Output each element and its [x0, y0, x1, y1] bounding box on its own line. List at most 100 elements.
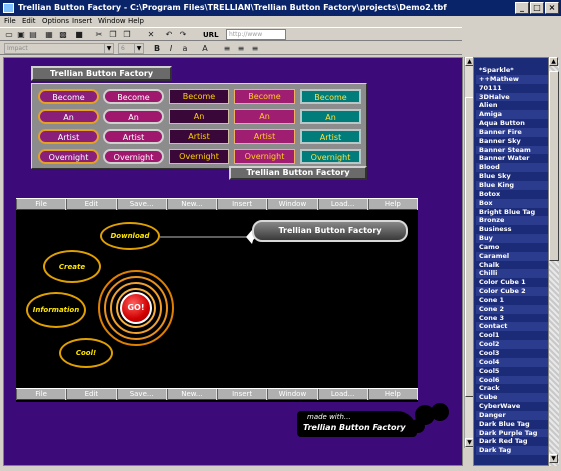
grid-button[interactable]: Become — [300, 89, 361, 104]
gallery-item[interactable]: Color Cube 1 — [476, 278, 548, 287]
gallery-item[interactable]: Cone 1 — [476, 296, 548, 305]
grid-button[interactable]: An — [169, 109, 229, 124]
gallery-item[interactable]: Color Cube 2 — [476, 287, 548, 296]
maximize-icon[interactable]: □ — [530, 2, 544, 14]
gallery-scrollbar[interactable]: ▲ ▼ — [548, 57, 559, 466]
gallery-item[interactable]: Cone 2 — [476, 304, 548, 314]
gallery-item[interactable]: Cool6 — [476, 375, 548, 385]
gallery-item[interactable]: Cube — [476, 393, 548, 403]
save-icon[interactable]: ▣ — [16, 30, 26, 40]
gallery-item[interactable]: Crack — [476, 384, 548, 393]
go-button[interactable]: GO! — [120, 292, 152, 324]
nav-button[interactable]: Insert — [217, 389, 268, 400]
title-bar[interactable]: Trellian Button Factory - C:\Program Fil… — [0, 0, 561, 16]
gallery-item[interactable]: 3DHalve — [476, 92, 548, 102]
nav-button[interactable]: Save... — [116, 389, 167, 400]
nav-button[interactable]: File — [16, 199, 67, 210]
cut-icon[interactable]: ✂ — [94, 30, 104, 40]
font-size-icon[interactable]: a — [180, 44, 190, 54]
grid-button[interactable]: Become — [103, 89, 164, 104]
menu-edit[interactable]: Edit — [22, 16, 36, 27]
nav-button[interactable]: Edit — [66, 199, 117, 210]
redo-icon[interactable]: ↷ — [178, 30, 188, 40]
nav-button[interactable]: Help — [367, 199, 418, 210]
grid-button[interactable]: Artist — [103, 129, 164, 144]
gallery-item[interactable]: Camo — [476, 243, 548, 252]
gallery-item[interactable]: Cone 3 — [476, 314, 548, 323]
grid-button[interactable]: Overnight — [169, 149, 229, 164]
scroll-up-icon[interactable]: ▲ — [549, 57, 558, 66]
grid-button[interactable]: Overnight — [103, 149, 164, 164]
style-list[interactable]: *Sparkle* ++Mathew 70111 3DHalve Alien Amiga A… — [476, 66, 548, 464]
grid-button[interactable]: Overnight — [234, 149, 295, 164]
scroll-down-icon[interactable]: ▼ — [549, 454, 558, 463]
gallery-item[interactable]: Bright Blue Tag — [476, 208, 548, 217]
gallery-item[interactable]: Contact — [476, 322, 548, 332]
nav-button[interactable]: Window — [267, 199, 318, 210]
gallery-item[interactable]: Blue Sky — [476, 172, 548, 181]
gallery-item[interactable]: Buy — [476, 234, 548, 243]
nav-button[interactable]: Load... — [317, 199, 368, 210]
gallery-item[interactable]: Dark Blue Tag — [476, 420, 548, 429]
undo-icon[interactable]: ↶ — [164, 30, 174, 40]
gallery-item[interactable]: Cool3 — [476, 349, 548, 358]
align-right-icon[interactable]: ≡ — [250, 44, 260, 54]
grid-button[interactable]: An — [300, 109, 361, 124]
align-left-icon[interactable]: ≡ — [222, 44, 232, 54]
grid-button[interactable]: Artist — [169, 129, 229, 144]
shadow-icon[interactable]: A — [200, 44, 210, 54]
nav-button[interactable]: New... — [166, 199, 217, 210]
gallery-item[interactable]: Danger — [476, 410, 548, 420]
information-button[interactable]: Information — [26, 292, 86, 328]
gallery-item[interactable]: Cool5 — [476, 367, 548, 376]
nav-button[interactable]: Load... — [317, 389, 368, 400]
nav-button[interactable]: Insert — [217, 199, 268, 210]
gallery-item[interactable]: ++Mathew — [476, 74, 548, 84]
image-icon[interactable]: ▦ — [44, 30, 54, 40]
grid-caption-button[interactable]: Trellian Button Factory — [229, 166, 367, 180]
nav-button[interactable]: Save... — [116, 199, 167, 210]
grid-button[interactable]: Become — [38, 89, 99, 104]
delete-icon[interactable]: ✕ — [146, 30, 156, 40]
italic-icon[interactable]: I — [166, 44, 176, 54]
menu-window[interactable]: Window — [98, 16, 126, 27]
menu-options[interactable]: Options — [42, 16, 69, 27]
gallery-item[interactable]: Blood — [476, 163, 548, 173]
gallery-item[interactable]: Chilli — [476, 269, 548, 279]
grid-button[interactable]: An — [38, 109, 99, 124]
grid-button[interactable]: Artist — [38, 129, 99, 144]
grid-button[interactable]: Become — [234, 89, 295, 104]
gallery-item[interactable]: Alien — [476, 101, 548, 110]
paste-icon[interactable]: ❒ — [122, 30, 132, 40]
gallery-item[interactable]: Cool1 — [476, 331, 548, 340]
menu-insert[interactable]: Insert — [72, 16, 92, 27]
grid-button[interactable]: Overnight — [38, 149, 99, 164]
open-icon[interactable]: ▤ — [28, 30, 38, 40]
nav-button[interactable]: Window — [267, 389, 318, 400]
url-input[interactable]: http://www — [226, 29, 286, 40]
gallery-item[interactable]: Dark Tag — [476, 446, 548, 456]
scroll-thumb[interactable] — [549, 71, 559, 261]
grid-button[interactable]: Artist — [300, 129, 361, 144]
grid-button[interactable]: An — [103, 109, 164, 124]
create-button[interactable]: Create — [43, 250, 101, 283]
size-select[interactable]: 6 ▼ — [118, 43, 144, 54]
gallery-item[interactable]: Chalk — [476, 261, 548, 270]
grid-button[interactable]: Artist — [234, 129, 295, 144]
gallery-item[interactable]: Cool4 — [476, 357, 548, 367]
align-center-icon[interactable]: ≡ — [236, 44, 246, 54]
bold-icon[interactable]: B — [152, 44, 162, 54]
download-button[interactable]: Download — [100, 222, 160, 250]
menu-file[interactable]: File — [4, 16, 16, 27]
gallery-item[interactable]: Business — [476, 225, 548, 234]
font-select[interactable]: Impact ▼ — [4, 43, 114, 54]
grid-button[interactable]: Become — [169, 89, 229, 104]
gallery-item[interactable]: 70111 — [476, 84, 548, 93]
gallery-item[interactable]: Dark Red Tag — [476, 437, 548, 446]
gallery-item[interactable]: Banner Sky — [476, 137, 548, 146]
minimize-icon[interactable]: _ — [515, 2, 529, 14]
color-icon[interactable]: ■ — [74, 30, 84, 40]
gallery-item[interactable]: Banner Water — [476, 154, 548, 163]
gallery-item[interactable]: Bronze — [476, 216, 548, 226]
gallery-item[interactable]: *Sparkle* — [476, 66, 548, 75]
